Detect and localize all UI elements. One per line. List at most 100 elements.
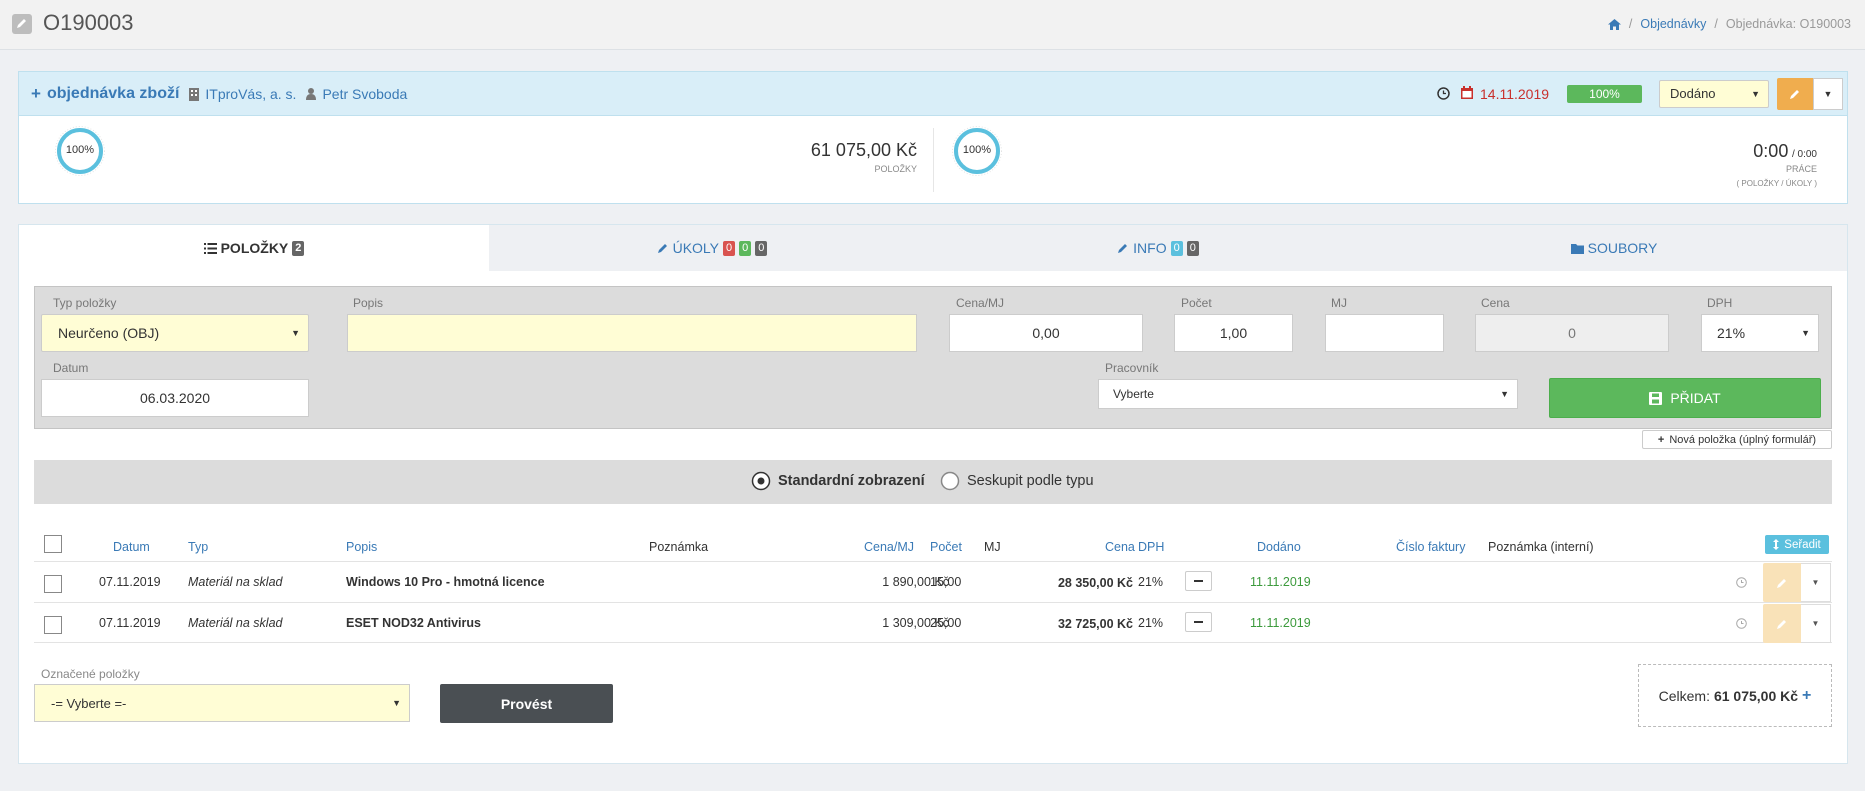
user-icon [306,88,317,100]
info-badge-blue: 0 [1170,240,1183,256]
date-label: Datum [53,361,89,375]
sort-icon [1773,539,1780,550]
page-title: O190003 [43,10,134,35]
tab-tasks[interactable]: ÚKOLY 0 0 0 [489,225,935,271]
sort-button[interactable]: Seřadit [1765,535,1829,554]
count-input[interactable]: 1,00 [1174,314,1293,352]
header-desc[interactable]: Popis [346,540,377,554]
row-date: 07.11.2019 [99,616,161,630]
tab-files[interactable]: SOUBORY [1381,225,1847,271]
building-icon [189,87,200,101]
person-link[interactable]: Petr Svoboda [322,86,407,102]
row-options-dropdown[interactable]: ▼ [1801,563,1831,602]
description-input[interactable] [347,314,917,352]
row-minus-button[interactable] [1185,612,1212,632]
pencil-icon [1777,619,1786,629]
row-checkbox[interactable] [44,575,62,593]
radio-unchecked-icon [940,471,960,491]
worker-label: Pracovník [1105,361,1159,375]
row-vat: 21% [1138,616,1164,630]
status-select[interactable]: Dodáno ▼ [1659,80,1769,108]
row-minus-button[interactable] [1185,571,1212,591]
add-icon[interactable]: + [1802,687,1811,705]
grouped-view-radio[interactable]: Seskupit podle typu [940,471,1094,491]
type-label: Typ položky [53,296,117,310]
row-count: 25,00 [930,616,962,630]
clock-icon [1736,618,1747,629]
vat-label: DPH [1707,296,1733,310]
plus-icon: + [1657,433,1665,446]
header-unit-price[interactable]: Cena/MJ [864,540,914,554]
row-delivered: 11.11.2019 [1250,616,1311,630]
row-type: Materiál na sklad [188,616,283,630]
work-time: 0:00 [1753,141,1789,161]
date-input[interactable]: 06.03.2020 [41,379,309,417]
row-checkbox[interactable] [44,616,62,634]
header-note: Poznámka [649,540,709,554]
header-internal-note: Poznámka (interní) [1488,540,1594,554]
tab-items[interactable]: POLOŽKY 2 [19,225,489,271]
header-vat[interactable]: DPH [1138,540,1164,554]
header-invoice[interactable]: Číslo faktury [1396,540,1465,554]
full-form-link[interactable]: + Nová položka (úplný formulář) [1642,430,1832,449]
row-date: 07.11.2019 [99,575,161,589]
row-desc[interactable]: ESET NOD32 Antivirus [346,616,481,630]
breadcrumb: / Objednávky / Objednávka: O190003 [1607,17,1851,31]
info-badge-gray: 0 [1186,240,1199,256]
worker-select[interactable]: Vyberte ▼ [1098,379,1518,409]
work-label: PRÁCE [1785,164,1817,174]
unit-label: MJ [1331,296,1347,310]
row-edit-button[interactable] [1763,604,1801,643]
bulk-action-select[interactable]: -= Vyberte =- ▼ [34,684,410,722]
table-row: 07.11.2019 Materiál na sklad Windows 10 … [34,561,1832,602]
row-delivered: 11.11.2019 [1250,575,1311,589]
home-icon[interactable] [1607,18,1621,30]
items-progress-value: 100% [65,144,95,156]
order-type[interactable]: objednávka zboží [47,85,179,103]
order-progress-badge: 100% [1567,85,1642,103]
standard-view-radio[interactable]: Standardní zobrazení [751,471,925,491]
folder-icon [1570,243,1584,254]
row-options-dropdown[interactable]: ▼ [1801,604,1831,643]
bulk-label: Označené položky [41,667,140,681]
items-count-badge: 2 [292,240,305,256]
header-price[interactable]: Cena [1105,540,1135,554]
execute-button[interactable]: Provést [440,684,613,723]
price-label: Cena [1481,296,1510,310]
header-delivered[interactable]: Dodáno [1257,540,1301,554]
unit-input[interactable] [1325,314,1444,352]
breadcrumb-orders[interactable]: Objednávky [1640,17,1706,31]
row-edit-button[interactable] [1763,563,1801,602]
row-type: Materiál na sklad [188,575,283,589]
row-desc[interactable]: Windows 10 Pro - hmotná licence [346,575,545,589]
type-select[interactable]: Neurčeno (OBJ) ▼ [41,314,309,352]
row-count: 15,00 [930,575,962,589]
company-link[interactable]: ITproVás, a. s. [205,86,296,102]
calendar-icon [1461,86,1473,99]
tasks-badge-gray: 0 [755,240,768,256]
radio-checked-icon [751,471,771,491]
list-icon [203,242,217,254]
order-options-dropdown[interactable]: ▼ [1813,78,1843,110]
header-date[interactable]: Datum [113,540,150,554]
clock-icon [1736,577,1747,588]
items-total: 61 075,00 Kč [810,140,917,160]
header-type[interactable]: Typ [188,540,208,554]
add-button[interactable]: PŘIDAT [1549,378,1821,418]
vat-select[interactable]: 21% ▼ [1701,314,1819,352]
view-toggle-bar [34,460,1832,504]
edit-order-button[interactable] [1777,78,1813,110]
work-progress-value: 100% [962,144,992,156]
select-all-checkbox[interactable] [44,535,62,553]
plus-icon: + [31,84,41,103]
work-time-total: / 0:00 [1791,149,1817,160]
tasks-badge-green: 0 [739,240,752,256]
price-input: 0 [1475,314,1669,352]
breadcrumb-current: Objednávka: O190003 [1725,17,1851,31]
unit-price-input[interactable]: 0,00 [949,314,1143,352]
pencil-icon [657,242,669,254]
order-card: + objednávka zboží ITproVás, a. s. Petr … [18,71,1848,204]
total-label: Celkem: [1658,687,1710,704]
header-count[interactable]: Počet [930,540,962,554]
tab-info[interactable]: INFO 0 0 [935,225,1381,271]
